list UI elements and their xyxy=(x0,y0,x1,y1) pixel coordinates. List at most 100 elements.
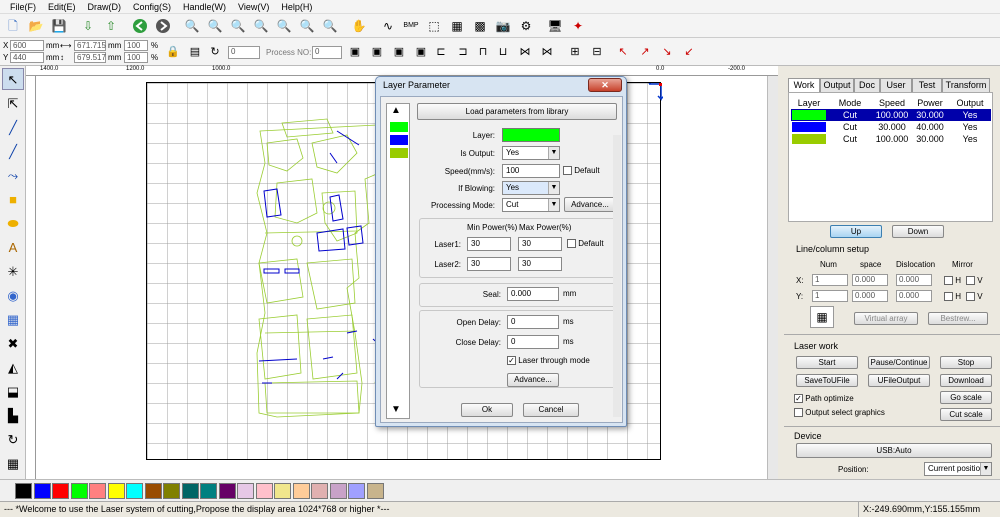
palette-swatch[interactable] xyxy=(311,483,328,499)
rotate-icon[interactable]: ↻ xyxy=(206,42,224,60)
redo-icon[interactable] xyxy=(153,16,173,36)
advance-button-bottom[interactable]: Advance... xyxy=(507,373,559,387)
palette-swatch[interactable] xyxy=(255,483,273,499)
go-scale-button[interactable]: Go scale xyxy=(940,391,992,404)
bmp-icon[interactable]: BMP xyxy=(401,16,421,36)
ufile-output-button[interactable]: UFileOutput xyxy=(868,374,930,387)
laser2-max-input[interactable]: 30 xyxy=(518,257,562,271)
is-output-select[interactable]: Yes ▼ xyxy=(502,146,560,160)
bestrew-button[interactable]: Bestrew... xyxy=(928,312,988,325)
ok-button[interactable]: Ok xyxy=(461,403,513,417)
speed-input[interactable]: 100 xyxy=(502,164,560,178)
mirror-icon[interactable]: ▤ xyxy=(186,42,204,60)
tab-work[interactable]: Work xyxy=(788,78,820,93)
palette-swatch[interactable] xyxy=(274,483,291,499)
menu-edit[interactable]: Edit(E) xyxy=(42,0,82,13)
processing-mode-select[interactable]: Cut ▼ xyxy=(502,198,560,212)
arrow-sw-icon[interactable]: ↙ xyxy=(680,42,698,60)
menu-view[interactable]: View(V) xyxy=(232,0,275,13)
layer-color-box[interactable] xyxy=(502,128,560,142)
zoom-page-icon[interactable]: 🔍 xyxy=(297,16,317,36)
palette-swatch[interactable] xyxy=(15,483,32,499)
menu-file[interactable]: File(F) xyxy=(4,0,42,13)
grid-dots-icon[interactable]: ✦ xyxy=(568,16,588,36)
palette-swatch[interactable] xyxy=(366,483,384,499)
power-default-checkbox[interactable]: Default xyxy=(567,239,604,249)
layer-swatch[interactable] xyxy=(390,148,408,158)
stop-button[interactable]: Stop xyxy=(940,356,992,369)
palette-swatch[interactable] xyxy=(218,483,236,499)
zoom-out-icon[interactable]: 🔍 xyxy=(228,16,248,36)
close-icon[interactable]: ✕ xyxy=(588,78,622,92)
palette-swatch[interactable] xyxy=(292,483,310,499)
load-parameters-button[interactable]: Load parameters from library xyxy=(417,103,617,120)
palette-swatch[interactable] xyxy=(89,483,106,499)
monitor-icon[interactable]: 🖥 xyxy=(545,16,565,36)
zoom-select-icon[interactable]: 🔍 xyxy=(274,16,294,36)
curve-tool-icon[interactable]: ⤳ xyxy=(2,164,24,186)
cut-scale-button[interactable]: Cut scale xyxy=(940,408,992,421)
scale-height-input[interactable]: 100 xyxy=(124,52,148,63)
zoom-in-icon[interactable]: 🔍 xyxy=(182,16,202,36)
tab-doc[interactable]: Doc xyxy=(854,78,880,92)
start-button[interactable]: Start xyxy=(796,356,858,369)
select-arrow-icon[interactable]: ↖ xyxy=(2,68,24,90)
align-right-icon[interactable]: ⊐ xyxy=(454,42,472,60)
zoom-all-icon[interactable]: 🔍 xyxy=(320,16,340,36)
laser1-max-input[interactable]: 30 xyxy=(518,237,562,251)
if-blowing-select[interactable]: Yes ▼ xyxy=(502,181,560,195)
palette-swatch[interactable] xyxy=(52,483,69,499)
advance-button-top[interactable]: Advance... xyxy=(564,197,616,212)
save-icon[interactable]: 💾 xyxy=(49,16,69,36)
scroll-down-icon[interactable]: ▼ xyxy=(391,404,401,415)
node-edit-icon[interactable]: ⇱ xyxy=(2,92,24,114)
palette-swatch[interactable] xyxy=(329,483,347,499)
pause-continue-button[interactable]: Pause/Continue xyxy=(868,356,930,369)
laser-through-mode-checkbox[interactable]: ✓ Laser through mode xyxy=(507,356,590,366)
open-folder-icon[interactable]: 📂 xyxy=(26,16,46,36)
path-optimize-checkbox[interactable]: ✓ Path optimize xyxy=(794,394,854,404)
open-delay-input[interactable]: 0 xyxy=(507,315,559,329)
ellipse-icon[interactable]: ⬬ xyxy=(2,212,24,234)
y-space-input[interactable]: 0.000 xyxy=(852,290,888,302)
array-tool-icon[interactable]: ▦ xyxy=(2,308,24,330)
y-position-input[interactable]: 440 xyxy=(10,52,44,63)
image-icon[interactable]: ◉ xyxy=(2,284,24,306)
layer-color-b-icon[interactable]: ▣ xyxy=(368,42,386,60)
cancel-button[interactable]: Cancel xyxy=(523,403,579,417)
palette-swatch[interactable] xyxy=(237,483,254,499)
y-num-input[interactable]: 1 xyxy=(812,290,848,302)
dialog-scrollbar[interactable] xyxy=(613,135,621,417)
curve-icon[interactable]: ∿ xyxy=(378,16,398,36)
align-bottom-icon[interactable]: ⊔ xyxy=(494,42,512,60)
preview-icon[interactable]: ⬚ xyxy=(424,16,444,36)
polyline-icon[interactable]: ╱ xyxy=(2,140,24,162)
point-icon[interactable]: ✳ xyxy=(2,260,24,282)
align-top-icon[interactable]: ⊓ xyxy=(474,42,492,60)
virtual-array-button[interactable]: Virtual array xyxy=(854,312,918,325)
layer-list[interactable]: Layer Mode Speed Power Output Cut 100.00… xyxy=(788,92,993,222)
table-row[interactable]: Cut 30.000 40.000 Yes xyxy=(791,121,991,133)
rotate-angle-input[interactable]: 0 xyxy=(228,46,260,59)
y-dislocation-input[interactable]: 0.000 xyxy=(896,290,932,302)
layer-down-button[interactable]: Down xyxy=(892,225,944,238)
table-row[interactable]: Cut 100.000 30.000 Yes xyxy=(791,133,991,145)
palette-swatch[interactable] xyxy=(126,483,143,499)
array-grid-icon[interactable]: ▦ xyxy=(810,306,834,328)
zoom-fit-icon[interactable]: 🔍 xyxy=(251,16,271,36)
palette-swatch[interactable] xyxy=(107,483,125,499)
speed-default-checkbox[interactable]: Default xyxy=(563,166,600,176)
y-mirror-v[interactable]: V xyxy=(966,292,983,302)
vertical-scrollbar[interactable] xyxy=(767,76,778,479)
pan-icon[interactable]: ✋ xyxy=(349,16,369,36)
export-icon[interactable]: ⇧ xyxy=(101,16,121,36)
laser1-min-input[interactable]: 30 xyxy=(467,237,511,251)
scale-width-input[interactable]: 100 xyxy=(124,40,148,51)
center-icon[interactable]: ⊟ xyxy=(588,42,606,60)
menu-config[interactable]: Config(S) xyxy=(127,0,177,13)
y-mirror-h[interactable]: H xyxy=(944,292,961,302)
table-row[interactable]: Cut 100.000 30.000 Yes xyxy=(791,109,991,121)
process-no-input[interactable]: 0 xyxy=(312,46,342,59)
cross-hatch-icon[interactable]: ▦ xyxy=(447,16,467,36)
grid-tool-icon[interactable]: ▦ xyxy=(2,452,24,474)
